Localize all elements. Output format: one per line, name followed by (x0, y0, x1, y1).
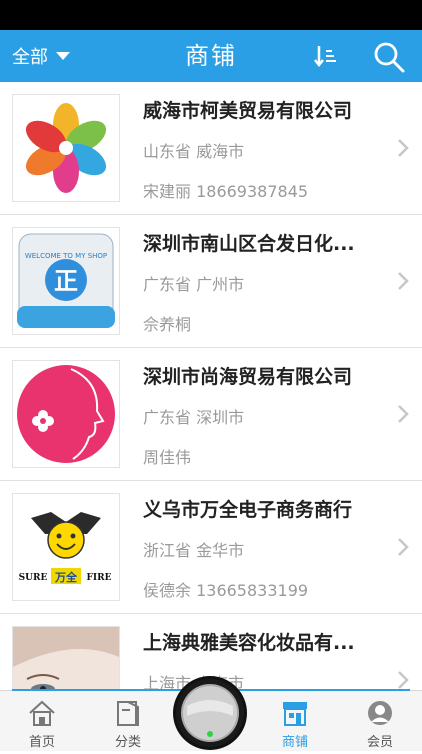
logo-fire-text: FIRE (87, 573, 112, 583)
shop-list: 威海市柯美贸易有限公司 山东省 威海市 宋建丽 18669387845 WELC… (0, 82, 422, 690)
chevron-right-icon (398, 538, 409, 556)
logo-welcome-text: WELCOME TO MY SHOP (25, 252, 107, 260)
shop-contact: 佘养桐 (143, 315, 192, 334)
user-icon (368, 701, 392, 725)
shop-location: 广东省 广州市 (143, 275, 245, 294)
shop-name: 义乌市万全电子商务商行 (143, 499, 353, 521)
shop-logo-surefire: SURE 万全 FIRE (12, 493, 120, 601)
flower-logo-icon (25, 103, 107, 193)
tab-category-label: 分类 (114, 735, 141, 750)
tab-member-label: 会员 (366, 735, 393, 750)
face-logo-icon (17, 365, 115, 463)
logo-mid-text: 万全 (54, 570, 78, 584)
shop-name: 威海市柯美贸易有限公司 (143, 100, 353, 122)
tab-home[interactable]: 首页 (12, 691, 72, 751)
tab-category[interactable]: 分类 (98, 691, 158, 751)
shop-name: 深圳市南山区合发日化... (143, 233, 355, 255)
shop-name: 深圳市尚海贸易有限公司 (143, 366, 353, 388)
status-bar (0, 0, 422, 30)
app-header: 全部 商铺 (0, 30, 422, 82)
center-action-button[interactable] (173, 676, 247, 750)
tab-member[interactable]: 会员 (350, 691, 410, 751)
shop-row[interactable]: 深圳市尚海贸易有限公司 广东省 深圳市 周佳伟 (0, 348, 422, 481)
sort-icon[interactable] (312, 42, 340, 70)
smiley-logo-icon: SURE 万全 FIRE (19, 512, 112, 584)
shop-badge-logo-icon: WELCOME TO MY SHOP 正 (17, 233, 115, 328)
shop-icon (283, 702, 307, 726)
shop-location: 广东省 深圳市 (143, 408, 245, 427)
chevron-right-icon (398, 139, 409, 157)
tab-shops-label: 商铺 (281, 735, 308, 750)
tab-shops[interactable]: 商铺 (265, 691, 325, 751)
shop-contact: 周佳伟 (143, 448, 192, 467)
shop-location: 山东省 威海市 (143, 142, 245, 161)
portrait-image (13, 627, 119, 690)
shop-logo-flower (12, 94, 120, 202)
shop-logo-face (12, 360, 120, 468)
home-icon (29, 700, 55, 726)
chevron-right-icon (398, 272, 409, 290)
search-icon[interactable] (372, 40, 406, 74)
shop-row[interactable]: 威海市柯美贸易有限公司 山东省 威海市 宋建丽 18669387845 (0, 82, 422, 215)
chevron-right-icon (398, 671, 409, 689)
shop-name: 上海典雅美容化妆品有... (143, 632, 355, 654)
shop-row[interactable]: WELCOME TO MY SHOP 正 深圳市南山区合发日化... 广东省 广… (0, 215, 422, 348)
shop-contact: 宋建丽 18669387845 (143, 182, 309, 201)
page-title: 商铺 (185, 42, 237, 70)
shop-row[interactable]: SURE 万全 FIRE 义乌市万全电子商务商行 浙江省 金华市 侯德余 136… (0, 481, 422, 614)
shop-logo-portrait (12, 626, 120, 690)
shop-location: 浙江省 金华市 (143, 541, 245, 560)
tab-home-label: 首页 (28, 735, 55, 750)
shop-contact: 侯德余 13665833199 (143, 581, 309, 600)
logo-char-text: 正 (54, 267, 78, 295)
shop-logo-badge: WELCOME TO MY SHOP 正 (12, 227, 120, 335)
logo-sure-text: SURE (19, 573, 48, 583)
chevron-right-icon (398, 405, 409, 423)
center-knob-icon (176, 679, 244, 747)
category-icon (117, 701, 139, 726)
